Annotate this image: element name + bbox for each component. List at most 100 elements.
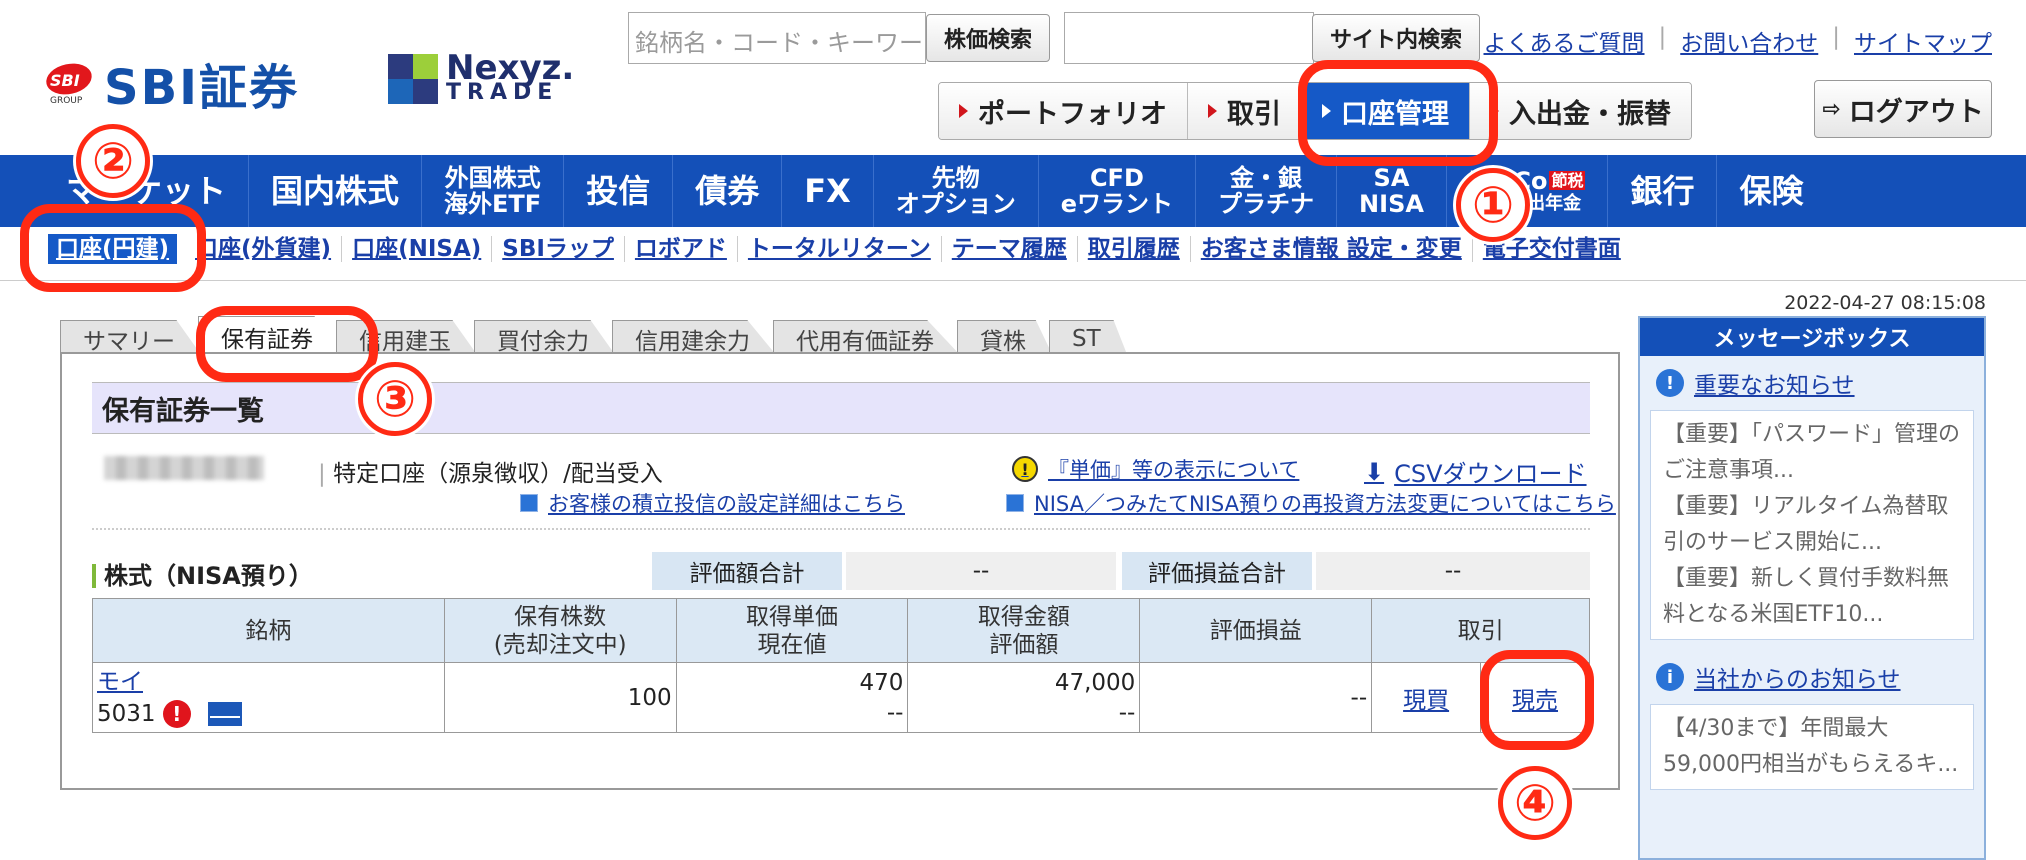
trade-button[interactable]: 取引: [1188, 83, 1302, 139]
sbi-group-mark-icon: SBI GROUP: [43, 58, 95, 108]
nisa-reinvest-link[interactable]: NISA／つみたてNISA預りの再投資方法変更についてはこちら: [1006, 488, 1616, 518]
alert-icon[interactable]: !: [162, 700, 191, 728]
csv-download-link[interactable]: ⬇ CSVダウンロード: [1364, 454, 1587, 489]
logout-button[interactable]: ⇨ ログアウト: [1814, 80, 1992, 138]
eval-total-value: --: [846, 552, 1116, 590]
tax-saving-badge: 節税: [1549, 171, 1586, 190]
unit-price-notice-link[interactable]: ! 『単価』等の表示について: [1012, 454, 1299, 484]
arrow-square-icon: [1006, 494, 1024, 512]
stock-search-button[interactable]: 株価検索: [926, 14, 1050, 62]
company-notices-link[interactable]: 当社からのお知らせ: [1694, 660, 1901, 694]
subnav-theme-history[interactable]: テーマ履歴: [942, 236, 1078, 262]
col-trade: 取引: [1371, 598, 1590, 663]
annotation-step-2: ②: [76, 124, 150, 198]
section-title: 株式（NISA預り）: [92, 564, 313, 588]
sbi-logo-text: SBI証券: [104, 60, 300, 116]
download-icon: ⬇: [1364, 457, 1385, 486]
pl-total-label: 評価損益合計: [1122, 552, 1312, 590]
portfolio-button[interactable]: ポートフォリオ: [939, 83, 1188, 139]
col-unit-price: 取得単価 現在値: [675, 598, 909, 663]
logout-icon: ⇨: [1822, 96, 1841, 122]
tab-st[interactable]: ST: [1049, 320, 1128, 356]
tab-collateral[interactable]: 代用有価証券: [773, 320, 961, 356]
divider: [0, 280, 2026, 281]
list-item[interactable]: 【重要】「パスワード」管理のご注意事項...: [1663, 417, 1961, 489]
warning-icon: !: [1012, 456, 1038, 482]
nav-funds[interactable]: 投信: [564, 155, 674, 227]
buy-button[interactable]: 現買: [1371, 662, 1482, 733]
arrow-square-icon: [520, 494, 538, 512]
nav-bonds[interactable]: 債券: [673, 155, 783, 227]
page-title: 保有証券一覧: [92, 382, 1590, 434]
col-pl: 評価損益: [1139, 598, 1373, 663]
important-notices-link[interactable]: 重要なお知らせ: [1694, 366, 1855, 400]
tab-summary[interactable]: サマリー: [60, 320, 202, 356]
stock-search-input[interactable]: 銘柄名・コード・キーワード: [628, 12, 926, 64]
col-shares: 保有株数 (売却注文中): [443, 598, 677, 663]
nav-cfd[interactable]: CFD eワラント: [1039, 155, 1197, 227]
nav-foreign-stocks[interactable]: 外国株式 海外ETF: [422, 155, 565, 227]
tab-buying-power[interactable]: 買付余力: [474, 320, 616, 356]
subnav-account-jpy[interactable]: 口座(円建): [48, 234, 178, 264]
eval-total-label: 評価額合計: [652, 552, 842, 590]
subnav-trade-history[interactable]: 取引履歴: [1078, 236, 1191, 262]
tab-holdings[interactable]: 保有証券: [198, 316, 340, 356]
mail-icon[interactable]: [208, 702, 243, 726]
nav-nisa[interactable]: SA NISA: [1337, 155, 1447, 227]
subnav-sbi-wrap[interactable]: SBIラップ: [492, 236, 625, 262]
tab-stock-lending[interactable]: 貸株: [957, 320, 1053, 356]
annotation-step-4: ④: [1498, 766, 1572, 840]
nav-gold[interactable]: 金・銀 プラチナ: [1196, 155, 1338, 227]
message-box: メッセージボックス ! 重要なお知らせ 【重要】「パスワード」管理のご注意事項.…: [1638, 316, 1986, 860]
nexyz-squares-icon: [388, 54, 438, 104]
site-search-button[interactable]: サイト内検索: [1312, 14, 1480, 62]
nexyz-trade-logo[interactable]: Nexyz. TRADE: [388, 51, 574, 104]
col-amount: 取得金額 評価額: [907, 598, 1141, 663]
nav-insurance[interactable]: 保険: [1717, 155, 1825, 227]
nav-futures[interactable]: 先物 オプション: [874, 155, 1039, 227]
sitemap-link[interactable]: サイトマップ: [1854, 24, 1992, 58]
important-notices-list: 【重要】「パスワード」管理のご注意事項... 【重要】リアルタイム為替取引のサー…: [1650, 410, 1974, 640]
account-management-button[interactable]: 口座管理: [1302, 83, 1470, 139]
subnav-customer-settings[interactable]: お客さま情報 設定・変更: [1191, 236, 1473, 262]
company-notices-list: 【4/30まで】年間最大59,000円相当がもらえるキ...: [1650, 704, 1974, 790]
deposit-transfer-button[interactable]: 入出金・振替: [1470, 83, 1691, 139]
nav-fx[interactable]: FX: [782, 155, 874, 227]
table-header-row: 銘柄 保有株数 (売却注文中) 取得単価 現在値 取得金額 評価額 評価損益 取引: [92, 598, 1590, 663]
nav-domestic-stocks[interactable]: 国内株式: [249, 155, 423, 227]
tsumitate-settings-link[interactable]: お客様の積立投信の設定詳細はこちら: [520, 488, 905, 518]
account-nav-segments: ポートフォリオ 取引 口座管理 入出金・振替: [938, 82, 1692, 140]
faq-link[interactable]: よくあるご質問: [1484, 24, 1645, 58]
account-type: | 特定口座（源泉徴収）/配当受入: [318, 461, 663, 487]
nav-bank[interactable]: 銀行: [1608, 155, 1718, 227]
triangle-right-icon: [959, 104, 968, 118]
subnav-account-foreign[interactable]: 口座(外貨建): [185, 236, 343, 262]
info-icon: !: [1656, 369, 1684, 397]
sell-button[interactable]: 現売: [1480, 662, 1590, 733]
sub-nav: 口座(円建) 口座(外貨建) 口座(NISA) SBIラップ ロボアド トータル…: [48, 234, 1631, 264]
holdings-panel: 保有証券一覧 | 特定口座（源泉徴収）/配当受入 ! 『単価』等の表示について …: [60, 352, 1620, 790]
table-row: モイ 5031 ! 100 470 -- 47,000 -- -- 現買 現売: [92, 662, 1590, 733]
contact-link[interactable]: お問い合わせ: [1680, 24, 1818, 58]
triangle-right-icon: [1322, 104, 1331, 118]
subnav-account-nisa[interactable]: 口座(NISA): [342, 236, 493, 262]
annotation-step-1: ①: [1456, 168, 1530, 242]
list-item[interactable]: 【4/30まで】年間最大59,000円相当がもらえるキ...: [1663, 711, 1961, 783]
message-box-title: メッセージボックス: [1640, 318, 1984, 356]
unit-price-cell: 470 --: [675, 662, 909, 733]
list-item[interactable]: 【重要】リアルタイム為替取引のサービス開始に...: [1663, 489, 1961, 561]
timestamp: 2022-04-27 08:15:08: [1784, 292, 1986, 314]
holdings-table: 銘柄 保有株数 (売却注文中) 取得単価 現在値 取得金額 評価額 評価損益 取引 モ…: [92, 598, 1590, 733]
sbi-logo[interactable]: SBI GROUP SBI証券: [43, 48, 300, 118]
tab-margin-power[interactable]: 信用建余力: [612, 320, 777, 356]
amount-cell: 47,000 --: [907, 662, 1141, 733]
subnav-total-return[interactable]: トータルリターン: [738, 236, 942, 262]
triangle-right-icon: [1208, 104, 1217, 118]
subnav-robo-advisor[interactable]: ロボアド: [625, 236, 738, 262]
list-item[interactable]: 【重要】新しく買付手数料無料となる米国ETF10...: [1663, 561, 1961, 633]
stock-cell: モイ 5031 !: [92, 662, 445, 733]
site-search-input[interactable]: [1064, 12, 1314, 64]
stock-name-link[interactable]: モイ: [97, 666, 444, 698]
tab-margin-positions[interactable]: 信用建玉: [336, 320, 478, 356]
col-name: 銘柄: [92, 598, 445, 663]
